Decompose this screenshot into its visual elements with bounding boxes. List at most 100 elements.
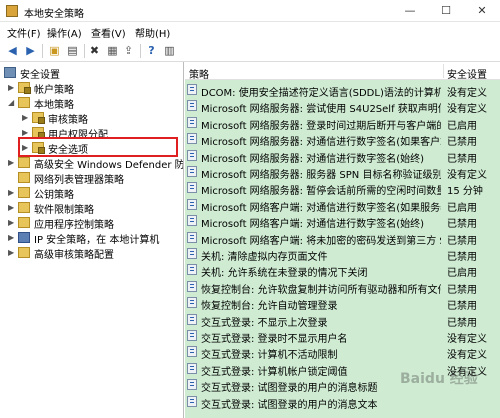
policy-setting: 已禁用: [447, 219, 477, 230]
table-row[interactable]: Microsoft 网络客户端: 将未加密的密码发送到第三方 SMB... 已禁用: [185, 230, 500, 246]
folder-icon: [18, 202, 30, 213]
navigation-tree: 安全设置 ▶ 帐户策略 ◢ 本地策略 ▶ 审核策略 ▶ 用户权限分配 ▶ 安全选…: [0, 62, 184, 418]
folder-icon: [18, 247, 30, 258]
folder-icon: [18, 172, 30, 183]
help-icon[interactable]: ?: [143, 43, 160, 59]
table-row[interactable]: 关机: 允许系统在未登录的情况下关闭 已启用: [185, 262, 500, 278]
expand-chevron-icon[interactable]: ▶: [22, 110, 28, 125]
expand-chevron-icon[interactable]: ▶: [8, 185, 14, 200]
policy-name: Microsoft 网络服务器: 登录时间过期后断开与客户端的连接: [201, 120, 441, 131]
minimize-icon[interactable]: —: [392, 0, 428, 22]
security-policy-app-icon: [6, 5, 18, 17]
column-header-policy[interactable]: 策略: [189, 66, 209, 81]
table-row[interactable]: Microsoft 网络服务器: 暂停会话前所需的空闲时间数量 15 分钟: [185, 180, 500, 196]
policy-icon: [187, 198, 197, 210]
policy-list: 策略 安全设置 DCOM: 使用安全描述符定义语言(SDDL)语法的计算机启动.…: [185, 62, 500, 418]
menu-view[interactable]: 查看(V): [91, 25, 126, 40]
table-row[interactable]: 交互式登录: 试图登录的用户的消息文本: [185, 394, 500, 410]
policy-icon: [187, 248, 197, 259]
menu-action[interactable]: 操作(A): [47, 25, 82, 40]
properties-icon[interactable]: ▦: [104, 43, 121, 59]
policy-icon: [187, 330, 197, 341]
policy-setting: 已禁用: [447, 235, 477, 246]
policy-icon: [187, 264, 197, 276]
policy-icon: [187, 84, 197, 95]
policy-name: DCOM: 使用安全描述符定义语言(SDDL)语法的计算机启动...: [201, 88, 441, 98]
table-row[interactable]: DCOM: 使用安全描述符定义语言(SDDL)语法的计算机启动... 没有定义: [185, 82, 500, 98]
table-row[interactable]: 交互式登录: 计算机不活动限制 没有定义: [185, 344, 500, 360]
menu-file[interactable]: 文件(F): [7, 25, 41, 40]
policy-name: 交互式登录: 不显示上次登录: [201, 317, 328, 328]
policy-name: 交互式登录: 计算机不活动限制: [201, 350, 338, 361]
policy-name: 关机: 清除虚拟内存页面文件: [201, 252, 328, 262]
show-tree-icon[interactable]: ▤: [64, 43, 81, 59]
delete-icon[interactable]: ✖: [86, 43, 103, 59]
table-row[interactable]: 恢复控制台: 允许自动管理登录 已禁用: [185, 295, 500, 311]
policy-setting: 已启用: [447, 120, 477, 131]
list-header: 策略 安全设置: [185, 62, 500, 81]
view-icon[interactable]: ▥: [161, 43, 178, 59]
table-row[interactable]: Microsoft 网络服务器: 尝试使用 S4U2Self 获取声明信息 没有定…: [185, 98, 500, 114]
export-icon[interactable]: ⇪: [120, 43, 137, 59]
policy-setting: 已启用: [447, 202, 477, 213]
policy-name: 交互式登录: 登录时不显示用户名: [201, 334, 348, 344]
policy-icon: [187, 215, 197, 227]
policy-icon: [187, 100, 197, 112]
table-row[interactable]: Microsoft 网络服务器: 对通信进行数字签名(如果客户端允... 已禁用: [185, 131, 500, 147]
highlight-box: [18, 137, 178, 157]
expand-chevron-icon[interactable]: ▶: [8, 215, 14, 230]
column-header-setting[interactable]: 安全设置: [447, 66, 487, 81]
policy-setting: 没有定义: [447, 88, 487, 98]
maximize-icon[interactable]: ☐: [428, 0, 464, 22]
expand-chevron-icon[interactable]: ▶: [8, 230, 14, 245]
folder-icon: [18, 157, 30, 168]
policy-setting: 已禁用: [447, 284, 477, 295]
collapse-chevron-icon[interactable]: ◢: [8, 95, 14, 110]
table-row[interactable]: Microsoft 网络服务器: 对通信进行数字签名(始终) 已禁用: [185, 148, 500, 164]
watermark: Baidu 经验: [400, 371, 478, 387]
policy-setting: 已禁用: [447, 137, 477, 148]
policy-name: Microsoft 网络服务器: 尝试使用 S4U2Self 获取声明信息: [201, 104, 441, 115]
policy-setting: 已启用: [447, 268, 477, 279]
toolbar: ◀ ▶ ▣ ▤ ✖ ▦ ⇪ ? ▥: [0, 40, 500, 62]
policy-name: Microsoft 网络客户端: 将未加密的密码发送到第三方 SMB...: [201, 235, 441, 246]
policy-name: 关机: 允许系统在未登录的情况下关闭: [201, 268, 368, 279]
expand-chevron-icon[interactable]: ▶: [8, 200, 14, 215]
policy-name: 恢复控制台: 允许自动管理登录: [201, 301, 338, 312]
security-settings-icon: [4, 67, 16, 78]
close-icon[interactable]: ✕: [464, 0, 500, 22]
policy-setting: 已禁用: [447, 252, 477, 262]
policy-name: 交互式登录: 试图登录的用户的消息文本: [201, 399, 378, 410]
policy-icon: [187, 149, 197, 161]
ip-security-icon: [18, 232, 30, 243]
policy-setting: 已禁用: [447, 301, 477, 312]
expand-chevron-icon[interactable]: ▶: [8, 80, 14, 95]
policy-name: Microsoft 网络服务器: 服务器 SPN 目标名称验证级别: [201, 170, 441, 180]
policy-name: Microsoft 网络服务器: 对通信进行数字签名(如果客户端允...: [201, 137, 441, 148]
policy-name: Microsoft 网络客户端: 对通信进行数字签名(如果服务器允...: [201, 202, 441, 213]
table-row[interactable]: Microsoft 网络服务器: 服务器 SPN 目标名称验证级别 没有定义: [185, 164, 500, 180]
table-row[interactable]: 关机: 清除虚拟内存页面文件 已禁用: [185, 246, 500, 262]
table-row[interactable]: Microsoft 网络客户端: 对通信进行数字签名(如果服务器允... 已启用: [185, 197, 500, 213]
policy-name: Microsoft 网络服务器: 暂停会话前所需的空闲时间数量: [201, 186, 441, 197]
policy-icon: [187, 280, 197, 292]
folder-icon: [32, 112, 45, 124]
menu-help[interactable]: 帮助(H): [135, 25, 170, 40]
forward-arrow-icon[interactable]: ▶: [22, 43, 39, 59]
expand-chevron-icon[interactable]: ▶: [8, 155, 14, 170]
table-row[interactable]: 交互式登录: 不显示上次登录 已禁用: [185, 312, 500, 328]
policy-icon: [187, 395, 197, 407]
table-row[interactable]: Microsoft 网络客户端: 对通信进行数字签名(始终) 已禁用: [185, 213, 500, 229]
expand-chevron-icon[interactable]: ▶: [8, 245, 14, 260]
policy-icon: [187, 116, 197, 128]
table-row[interactable]: Microsoft 网络服务器: 登录时间过期后断开与客户端的连接 已启用: [185, 115, 500, 131]
folder-icon: [18, 217, 30, 228]
policy-icon: [187, 133, 197, 145]
back-arrow-icon[interactable]: ◀: [4, 43, 21, 59]
policy-setting: 没有定义: [447, 350, 487, 361]
table-row[interactable]: 恢复控制台: 允许软盘复制并访问所有驱动器和所有文件夹 已禁用: [185, 279, 500, 295]
policy-setting: 没有定义: [447, 170, 487, 180]
policy-icon: [187, 182, 197, 194]
up-folder-icon[interactable]: ▣: [46, 43, 63, 59]
table-row[interactable]: 交互式登录: 登录时不显示用户名 没有定义: [185, 328, 500, 344]
